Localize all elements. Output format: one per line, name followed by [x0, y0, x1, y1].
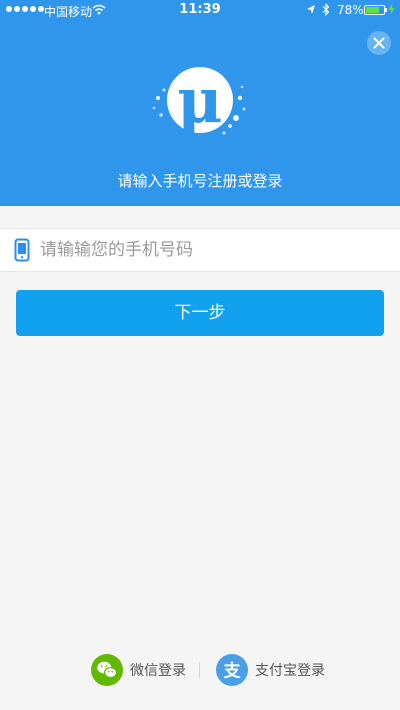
battery-percent: 78%: [337, 3, 364, 17]
battery-icon: [364, 5, 387, 15]
phone-number-row: [0, 228, 400, 272]
close-icon: [373, 37, 385, 49]
alipay-glyph: 支: [224, 661, 242, 682]
alipay-icon: 支: [216, 654, 248, 686]
login-prompt: 请输入手机号注册或登录: [117, 172, 283, 190]
location-icon: [306, 4, 316, 18]
wechat-icon: [91, 654, 123, 686]
third-party-login: 微信登录 支 支付宝登录: [0, 652, 400, 688]
phone-icon: [14, 238, 30, 266]
logo-letter: μ: [177, 64, 222, 137]
status-bar: 中国移动 11:39 78%: [0, 0, 400, 20]
app-logo: μ: [152, 64, 246, 137]
bluetooth-icon: [322, 3, 330, 19]
login-header: 中国移动 11:39 78% μ 请输入手机号注册或登录: [0, 0, 400, 206]
alipay-login-label: 支付宝登录: [255, 663, 325, 679]
wechat-login-button[interactable]: 微信登录: [91, 652, 186, 688]
next-step-button[interactable]: 下一步: [16, 290, 384, 336]
social-divider: [199, 662, 200, 678]
close-button[interactable]: [367, 31, 391, 55]
charging-icon: [388, 3, 395, 18]
alipay-login-button[interactable]: 支 支付宝登录: [216, 652, 325, 688]
wechat-login-label: 微信登录: [130, 663, 186, 679]
phone-number-input[interactable]: [40, 229, 390, 271]
